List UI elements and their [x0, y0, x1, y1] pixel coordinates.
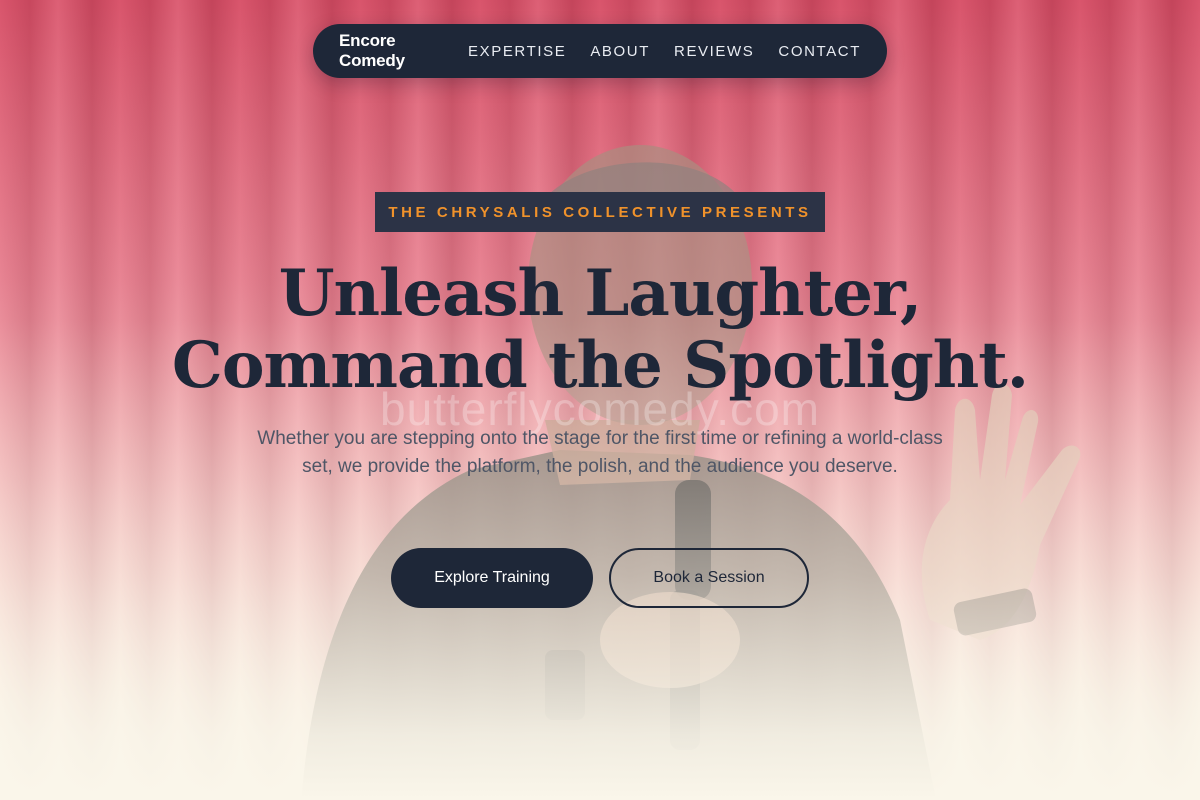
- hero-subtext: Whether you are stepping onto the stage …: [257, 428, 943, 477]
- book-session-button[interactable]: Book a Session: [609, 548, 809, 608]
- top-navigation: Encore Comedy EXPERTISE ABOUT REVIEWS CO…: [313, 24, 887, 78]
- explore-training-button[interactable]: Explore Training: [391, 548, 593, 608]
- brand-logo[interactable]: Encore Comedy: [339, 31, 436, 71]
- nav-links: EXPERTISE ABOUT REVIEWS CONTACT: [468, 43, 861, 60]
- headline-line-1: Unleash Laughter,: [278, 256, 923, 331]
- nav-link-about[interactable]: ABOUT: [590, 43, 650, 60]
- nav-link-contact[interactable]: CONTACT: [778, 43, 861, 60]
- nav-link-expertise[interactable]: EXPERTISE: [468, 43, 566, 60]
- nav-link-reviews[interactable]: REVIEWS: [674, 43, 754, 60]
- hero-headline: Unleash Laughter, Command the Spotlight.: [0, 258, 1200, 402]
- eyebrow-badge: THE CHRYSALIS COLLECTIVE PRESENTS: [375, 192, 825, 232]
